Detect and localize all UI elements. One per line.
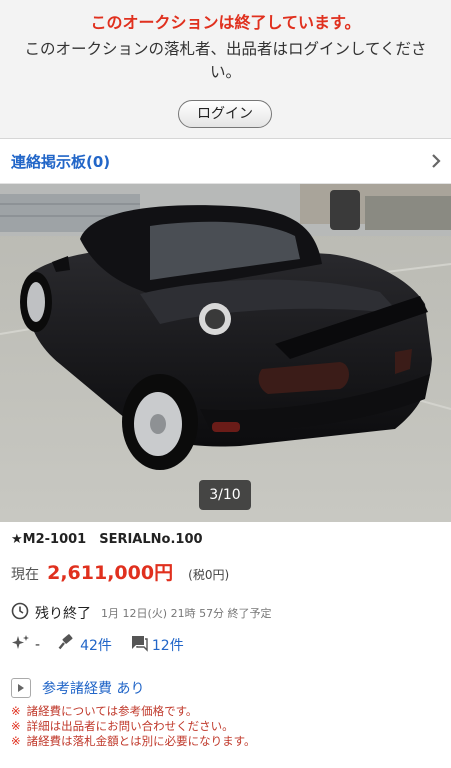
comment-icon bbox=[130, 634, 148, 656]
expand-icon bbox=[11, 678, 31, 698]
clock-icon bbox=[11, 602, 29, 624]
time-row: 残り終了 1月 12日(火) 21時 57分 終了予定 bbox=[11, 602, 272, 624]
auction-ended-message: このオークションの落札者、出品者はログインしてください。 bbox=[24, 40, 427, 81]
stats-row: - 42件 12件 bbox=[11, 634, 184, 656]
featured-count: - bbox=[35, 637, 41, 653]
reference-fees-toggle[interactable]: 参考諸経費 あり bbox=[11, 677, 144, 699]
message-board-label: 連絡掲示板(0) bbox=[11, 153, 111, 171]
chevron-right-icon bbox=[430, 153, 442, 173]
item-photo[interactable]: 3/10 bbox=[0, 184, 451, 522]
comment-count[interactable]: 12件 bbox=[152, 635, 184, 655]
reference-fees-label: 参考諸経費 あり bbox=[42, 681, 145, 697]
fee-note: ※ 詳細は出品者にお問い合わせください。 bbox=[11, 719, 234, 733]
end-time: 1月 12日(火) 21時 57分 終了予定 bbox=[101, 607, 272, 620]
tax-amount: (税0円) bbox=[188, 568, 230, 582]
auction-ended-title: このオークションは終了しています。 bbox=[90, 13, 361, 32]
message-board-link[interactable]: 連絡掲示板(0) bbox=[0, 139, 451, 184]
photo-counter: 3/10 bbox=[199, 480, 251, 510]
price-label: 現在 bbox=[11, 567, 39, 583]
fee-note: ※ 諸経費については参考価格です。 bbox=[11, 704, 198, 718]
current-price: 2,611,000円 bbox=[47, 562, 174, 584]
item-title: ★M2-1001 SERIALNo.100 bbox=[11, 532, 203, 547]
gavel-icon bbox=[58, 634, 76, 656]
fee-note: ※ 諸経費は落札金額とは別に必要になります。 bbox=[11, 734, 256, 748]
bid-count[interactable]: 42件 bbox=[80, 635, 112, 655]
time-remaining: 残り終了 bbox=[35, 606, 91, 622]
price-row: 現在 2,611,000円 (税0円) bbox=[11, 558, 230, 584]
fee-notes: ※ 諸経費については参考価格です。 ※ 詳細は出品者にお問い合わせください。 ※ 諸経… bbox=[11, 704, 256, 749]
sparkle-icon bbox=[11, 634, 31, 656]
auction-ended-banner: このオークションは終了しています。 このオークションの落札者、出品者はログインし… bbox=[0, 0, 451, 138]
login-button[interactable]: ログイン bbox=[178, 100, 272, 128]
car-image bbox=[0, 184, 451, 522]
